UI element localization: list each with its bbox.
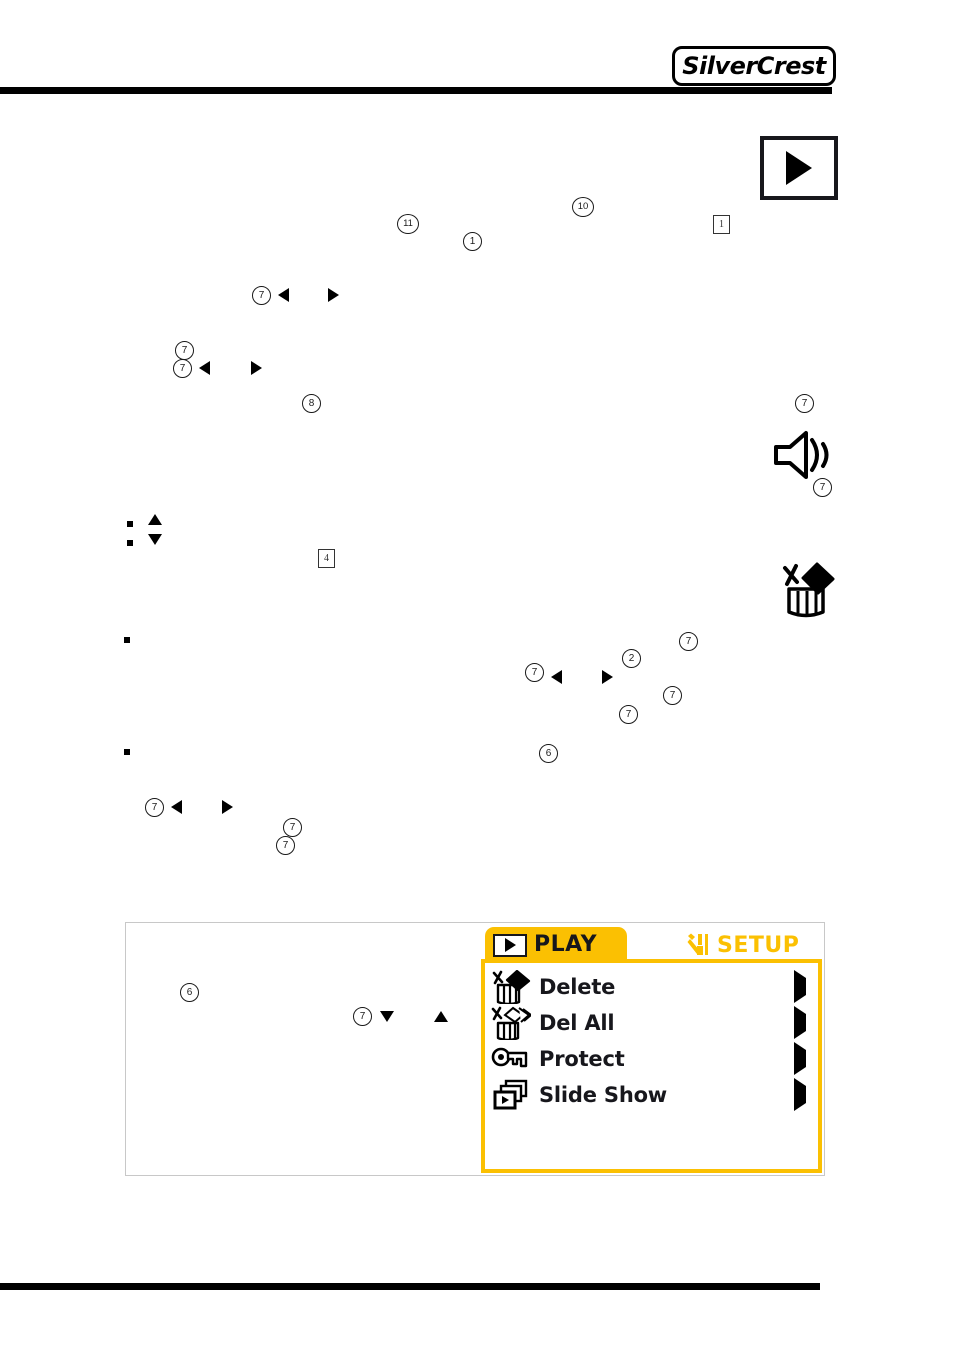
up-arrow-icon xyxy=(434,1011,448,1022)
callout-marker-7: 7 xyxy=(252,286,271,305)
list-bullet xyxy=(127,521,133,527)
callout-marker-7: 7 xyxy=(353,1007,372,1026)
delete-all-icon xyxy=(491,1006,533,1042)
up-arrow-icon xyxy=(148,514,162,525)
callout-marker-10: 10 xyxy=(572,197,594,217)
list-bullet xyxy=(124,637,130,643)
menu-item-del-all[interactable]: Del All xyxy=(485,1005,818,1042)
tab-setup-label: SETUP xyxy=(717,933,800,958)
boxed-number-4: 4 xyxy=(318,549,335,568)
chevron-right-icon xyxy=(794,970,808,1003)
play-triangle-icon xyxy=(504,938,516,952)
callout-marker-11: 11 xyxy=(397,214,419,234)
menu-item-delete[interactable]: Delete xyxy=(485,969,818,1006)
key-icon xyxy=(491,1042,531,1076)
down-arrow-icon xyxy=(148,534,162,545)
tools-icon xyxy=(687,933,708,955)
menu-item-label: Protect xyxy=(539,1046,625,1071)
menu-item-slide-show[interactable]: Slide Show xyxy=(485,1077,818,1113)
menu-item-protect[interactable]: Protect xyxy=(485,1041,818,1077)
slide-show-icon xyxy=(491,1078,531,1112)
play-icon xyxy=(760,136,838,200)
callout-marker-6: 6 xyxy=(539,744,558,763)
play-menu-panel: Delete Del All Protect Slide Show xyxy=(481,959,822,1173)
tab-setup[interactable]: SETUP xyxy=(686,931,799,961)
down-arrow-icon xyxy=(380,1011,394,1022)
callout-marker-7: 7 xyxy=(813,478,832,497)
callout-marker-7: 7 xyxy=(276,836,295,855)
header-rule xyxy=(0,87,832,94)
brand-logo-text: SilverCrest xyxy=(682,52,826,80)
chevron-right-icon xyxy=(794,1078,808,1111)
menu-item-label: Del All xyxy=(539,1010,615,1035)
callout-marker-7: 7 xyxy=(283,818,302,837)
delete-icon xyxy=(783,562,835,618)
footer-rule xyxy=(0,1283,820,1290)
play-triangle-icon xyxy=(786,151,812,185)
chevron-right-icon xyxy=(794,1006,808,1039)
callout-marker-7: 7 xyxy=(173,359,192,378)
brand-logo: SilverCrest xyxy=(672,46,836,86)
callout-marker-7: 7 xyxy=(679,632,698,651)
menu-tab-row: PLAY SETUP xyxy=(481,927,822,963)
left-arrow-icon xyxy=(199,361,210,375)
boxed-number-1: 1 xyxy=(713,215,730,234)
right-arrow-icon xyxy=(602,670,613,684)
list-bullet xyxy=(127,540,133,546)
camera-lcd-screenshot: PLAY SETUP Delete Del All Protect Slide … xyxy=(481,927,822,1173)
callout-marker-7: 7 xyxy=(663,686,682,705)
callout-marker-1: 1 xyxy=(463,232,482,251)
left-arrow-icon xyxy=(551,670,562,684)
callout-marker-7: 7 xyxy=(795,394,814,413)
list-bullet xyxy=(124,749,130,755)
chevron-right-icon xyxy=(794,1042,808,1075)
callout-marker-7: 7 xyxy=(175,341,194,360)
callout-marker-7: 7 xyxy=(525,663,544,682)
menu-item-label: Slide Show xyxy=(539,1082,668,1107)
right-arrow-icon xyxy=(222,800,233,814)
callout-marker-8: 8 xyxy=(302,394,321,413)
tab-play[interactable]: PLAY xyxy=(485,927,627,963)
speaker-icon xyxy=(774,431,829,479)
menu-item-label: Delete xyxy=(539,974,616,999)
callout-marker-6: 6 xyxy=(180,983,199,1002)
callout-marker-7: 7 xyxy=(145,798,164,817)
left-arrow-icon xyxy=(278,288,289,302)
play-icon xyxy=(493,933,527,957)
right-arrow-icon xyxy=(251,361,262,375)
delete-one-icon xyxy=(491,969,531,1006)
right-arrow-icon xyxy=(328,288,339,302)
callout-marker-7: 7 xyxy=(619,705,638,724)
tab-play-label: PLAY xyxy=(534,932,597,957)
callout-marker-2: 2 xyxy=(622,649,641,668)
figure-container: 6 7 PLAY SETUP Delete Del All Protect Sl… xyxy=(125,922,825,1176)
left-arrow-icon xyxy=(171,800,182,814)
